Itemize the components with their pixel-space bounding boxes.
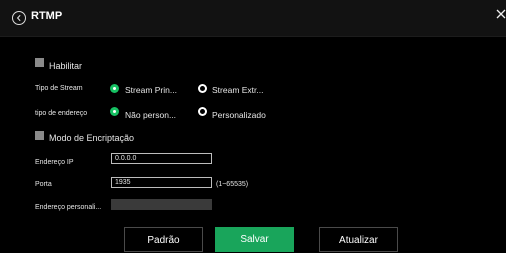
custom-address-label: Endereço personali... — [35, 204, 102, 211]
header-divider — [0, 36, 506, 37]
close-icon[interactable] — [496, 6, 506, 19]
stream-type-label: Tipo de Stream — [35, 85, 83, 92]
port-label: Porta — [35, 181, 52, 188]
page-title: RTMP — [31, 10, 63, 22]
address-not-custom-label: Não person... — [125, 110, 177, 120]
custom-address-input[interactable] — [111, 199, 212, 210]
stream-main-radio[interactable] — [110, 84, 119, 93]
refresh-button[interactable]: Atualizar — [319, 227, 398, 252]
port-range-hint: (1~65535) — [216, 181, 249, 188]
enable-checkbox[interactable] — [35, 58, 44, 67]
address-not-custom-radio[interactable] — [110, 107, 119, 116]
stream-main-label: Stream Prin... — [125, 85, 177, 95]
back-icon[interactable] — [12, 11, 26, 25]
address-custom-label: Personalizado — [212, 110, 266, 120]
dialog-header: RTMP — [0, 0, 506, 36]
address-custom-radio[interactable] — [198, 107, 207, 116]
default-button[interactable]: Padrão — [124, 227, 203, 252]
ip-label: Endereço IP — [35, 159, 74, 166]
stream-extra-label: Stream Extr... — [212, 85, 264, 95]
port-input[interactable]: 1935 — [111, 177, 212, 188]
address-type-label: tipo de endereço — [35, 110, 88, 117]
encryption-checkbox[interactable] — [35, 131, 44, 140]
stream-extra-radio[interactable] — [198, 84, 207, 93]
enable-label: Habilitar — [49, 61, 83, 71]
save-button[interactable]: Salvar — [215, 227, 294, 252]
encryption-label: Modo de Encriptação — [49, 133, 135, 143]
ip-input[interactable]: 0.0.0.0 — [111, 153, 212, 164]
